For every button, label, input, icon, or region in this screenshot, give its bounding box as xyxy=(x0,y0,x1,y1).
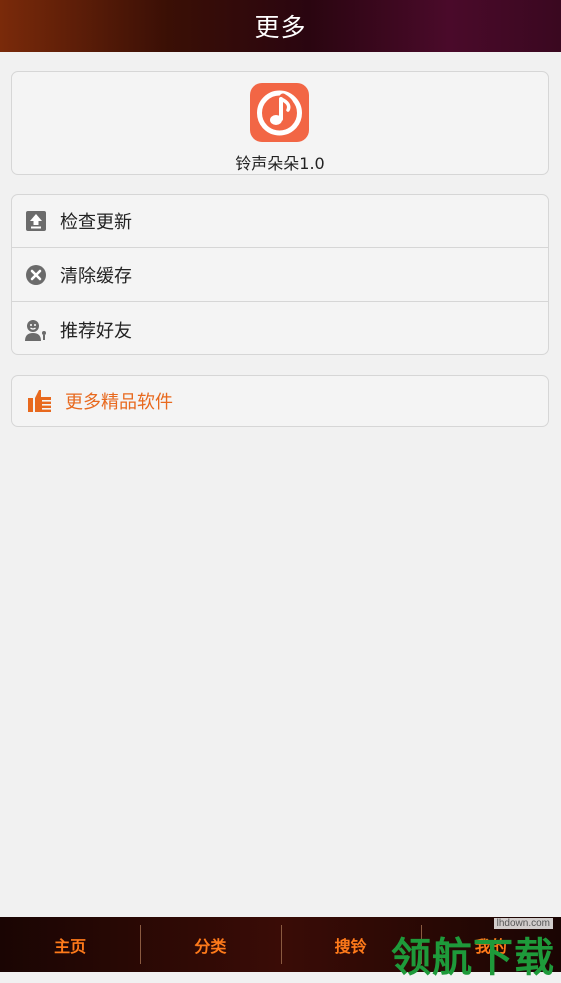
watermark: 领航下载 lhdown.com xyxy=(375,915,555,981)
tab-category[interactable]: 分类 xyxy=(140,917,280,972)
menu-item-label: 清除缓存 xyxy=(60,266,132,287)
menu-item-clear-cache[interactable]: 清除缓存 xyxy=(12,249,548,302)
menu-item-recommend-friends[interactable]: 推荐好友 xyxy=(12,303,548,356)
clear-circle-icon xyxy=(24,263,48,287)
more-apps-button[interactable]: 更多精品软件 xyxy=(11,375,549,427)
menu-item-check-update[interactable]: 检查更新 xyxy=(12,195,548,248)
music-note-icon xyxy=(250,83,309,142)
upload-icon xyxy=(24,209,48,233)
more-apps-label: 更多精品软件 xyxy=(65,392,173,413)
app-info-card: 铃声朵朵1.0 xyxy=(11,71,549,175)
app-name: 铃声朵朵1.0 xyxy=(235,154,325,173)
settings-menu: 检查更新 清除缓存 推荐好友 xyxy=(11,194,549,355)
top-bar: 更多 xyxy=(0,0,561,52)
menu-item-label: 检查更新 xyxy=(60,212,132,233)
menu-item-label: 推荐好友 xyxy=(60,320,132,342)
thumbs-up-icon xyxy=(27,388,53,414)
page-title: 更多 xyxy=(254,13,307,42)
watermark-domain: lhdown.com xyxy=(493,918,553,929)
tab-home[interactable]: 主页 xyxy=(0,917,140,972)
recommend-friend-icon xyxy=(24,318,48,342)
watermark-brand: 领航下载 xyxy=(391,935,555,981)
